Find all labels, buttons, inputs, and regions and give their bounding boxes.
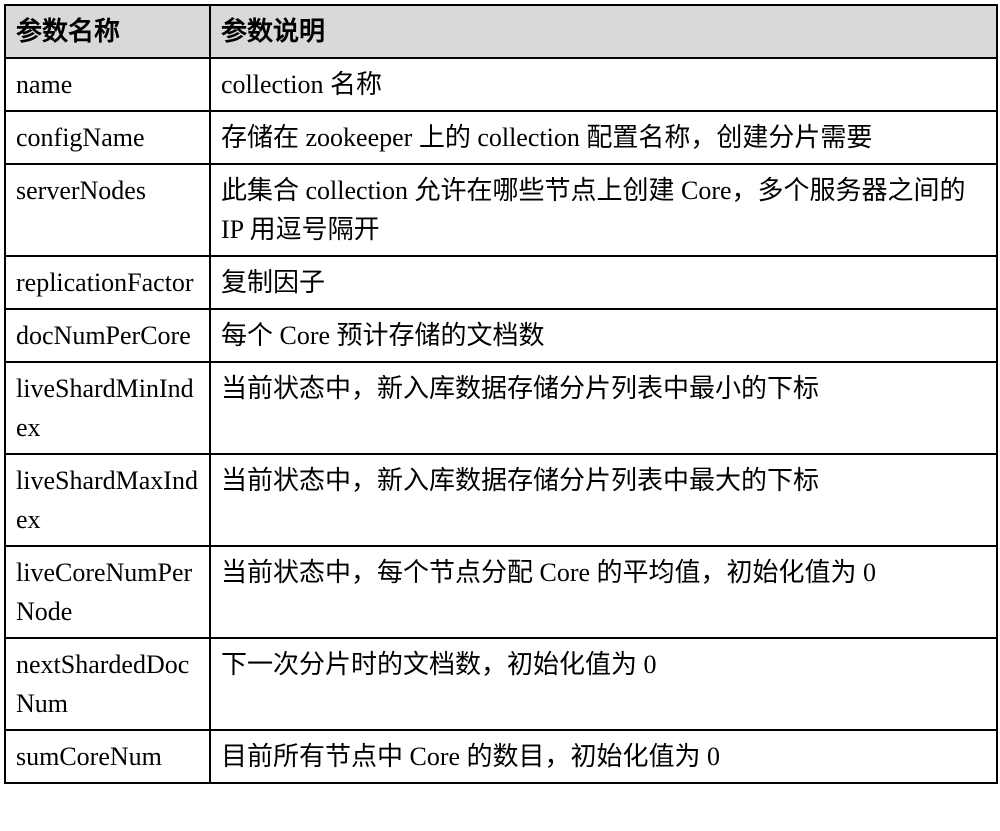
table-row: name collection 名称 (5, 58, 997, 111)
table-row: docNumPerCore 每个 Core 预计存储的文档数 (5, 309, 997, 362)
param-name-cell: replicationFactor (5, 256, 210, 309)
table-row: configName 存储在 zookeeper 上的 collection 配… (5, 111, 997, 164)
header-param-desc: 参数说明 (210, 5, 997, 58)
table-row: liveCoreNumPerNode 当前状态中，每个节点分配 Core 的平均… (5, 546, 997, 638)
param-desc-cell: 存储在 zookeeper 上的 collection 配置名称，创建分片需要 (210, 111, 997, 164)
param-name-cell: liveShardMinIndex (5, 362, 210, 454)
table-row: liveShardMinIndex 当前状态中，新入库数据存储分片列表中最小的下… (5, 362, 997, 454)
parameter-table: 参数名称 参数说明 name collection 名称 configName … (4, 4, 998, 784)
param-desc-cell: 下一次分片时的文档数，初始化值为 0 (210, 638, 997, 730)
param-desc-cell: 此集合 collection 允许在哪些节点上创建 Core，多个服务器之间的 … (210, 164, 997, 256)
table-row: replicationFactor 复制因子 (5, 256, 997, 309)
param-name-cell: nextShardedDocNum (5, 638, 210, 730)
param-name-cell: liveShardMaxIndex (5, 454, 210, 546)
param-desc-cell: 当前状态中，新入库数据存储分片列表中最小的下标 (210, 362, 997, 454)
param-name-cell: docNumPerCore (5, 309, 210, 362)
param-name-cell: serverNodes (5, 164, 210, 256)
table-header-row: 参数名称 参数说明 (5, 5, 997, 58)
param-name-cell: configName (5, 111, 210, 164)
param-name-cell: liveCoreNumPerNode (5, 546, 210, 638)
param-desc-cell: 目前所有节点中 Core 的数目，初始化值为 0 (210, 730, 997, 783)
param-desc-cell: 当前状态中，新入库数据存储分片列表中最大的下标 (210, 454, 997, 546)
table-row: serverNodes 此集合 collection 允许在哪些节点上创建 Co… (5, 164, 997, 256)
param-name-cell: sumCoreNum (5, 730, 210, 783)
table-row: liveShardMaxIndex 当前状态中，新入库数据存储分片列表中最大的下… (5, 454, 997, 546)
header-param-name: 参数名称 (5, 5, 210, 58)
table-row: nextShardedDocNum 下一次分片时的文档数，初始化值为 0 (5, 638, 997, 730)
param-desc-cell: collection 名称 (210, 58, 997, 111)
table-row: sumCoreNum 目前所有节点中 Core 的数目，初始化值为 0 (5, 730, 997, 783)
param-desc-cell: 当前状态中，每个节点分配 Core 的平均值，初始化值为 0 (210, 546, 997, 638)
param-desc-cell: 复制因子 (210, 256, 997, 309)
param-desc-cell: 每个 Core 预计存储的文档数 (210, 309, 997, 362)
param-name-cell: name (5, 58, 210, 111)
